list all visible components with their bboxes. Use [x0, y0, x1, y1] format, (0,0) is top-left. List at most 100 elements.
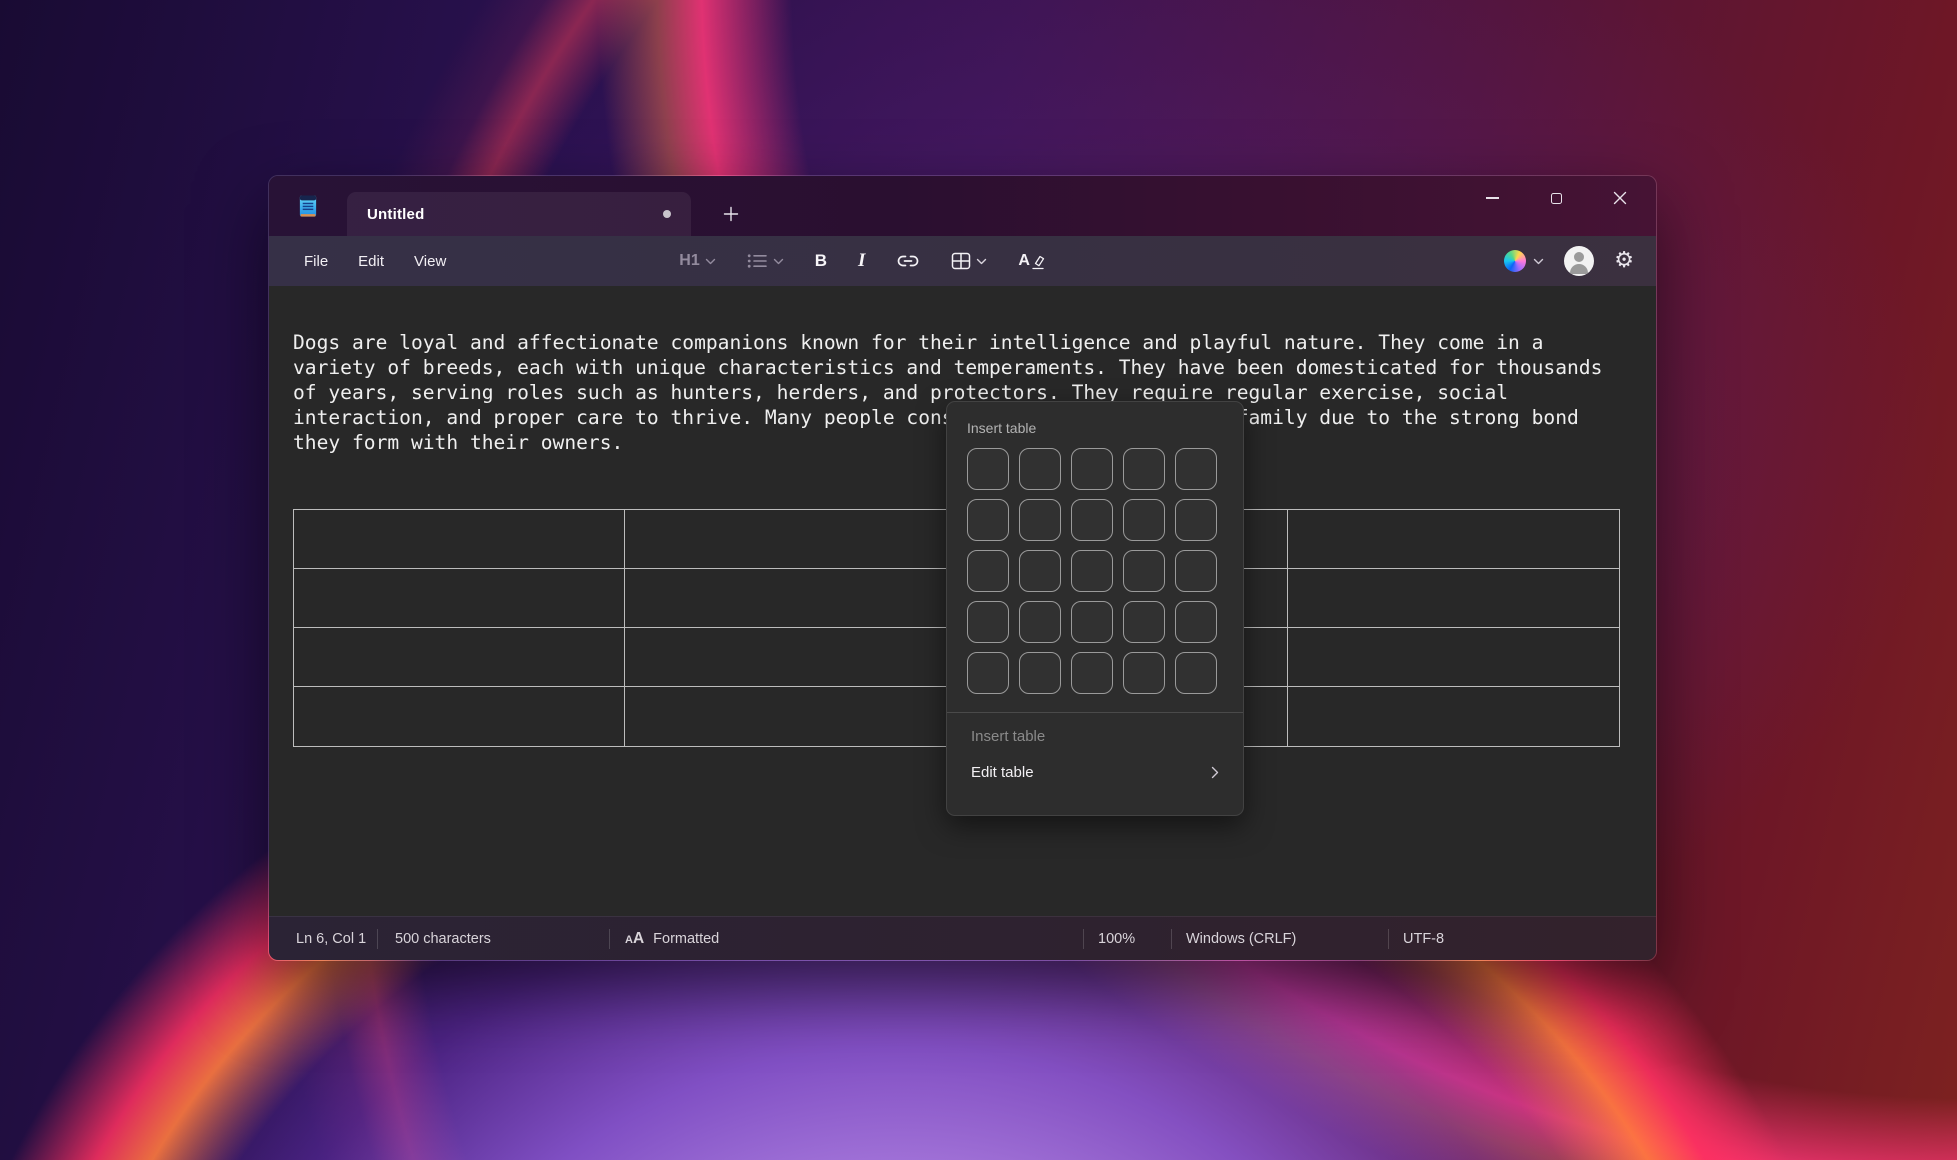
statusbar-divider: [1083, 929, 1084, 949]
picker-cell[interactable]: [1019, 652, 1061, 694]
picker-row: [967, 448, 1223, 490]
bold-label: B: [815, 251, 827, 271]
list-dropdown-button[interactable]: [741, 249, 790, 273]
picker-cell[interactable]: [1123, 448, 1165, 490]
eraser-icon: [1032, 253, 1045, 270]
picker-row: [967, 499, 1223, 541]
table-cell[interactable]: [625, 687, 956, 746]
picker-cell[interactable]: [1175, 652, 1217, 694]
picker-cell[interactable]: [1123, 499, 1165, 541]
heading-label: H1: [679, 252, 699, 270]
picker-cell[interactable]: [1019, 550, 1061, 592]
picker-cell[interactable]: [1123, 550, 1165, 592]
statusbar-divider: [1388, 929, 1389, 949]
new-tab-button[interactable]: [714, 197, 748, 231]
link-icon: [896, 252, 920, 270]
table-cell[interactable]: [294, 569, 625, 628]
settings-gear-icon[interactable]: ⚙: [1614, 250, 1634, 272]
picker-cell[interactable]: [1019, 499, 1061, 541]
bold-button[interactable]: B: [809, 247, 833, 275]
picker-cell[interactable]: [967, 448, 1009, 490]
formatted-status[interactable]: AA Formatted: [625, 917, 719, 961]
table-button[interactable]: [945, 248, 993, 274]
close-icon: [1613, 191, 1627, 205]
picker-row: [967, 601, 1223, 643]
edit-table-label: Edit table: [971, 764, 1034, 781]
table-cell[interactable]: [1288, 510, 1619, 569]
chevron-down-icon: [976, 258, 987, 265]
chevron-down-icon: [705, 258, 716, 265]
copilot-button[interactable]: [1504, 250, 1544, 272]
text-line: Dogs are loyal and affectionate companio…: [293, 330, 1632, 355]
formatted-label: Formatted: [653, 931, 719, 947]
table-cell[interactable]: [625, 569, 956, 628]
italic-label: I: [858, 250, 865, 272]
picker-cell[interactable]: [1071, 550, 1113, 592]
insert-table-header: Insert table: [967, 420, 1223, 436]
picker-cell[interactable]: [1019, 448, 1061, 490]
account-button[interactable]: [1564, 246, 1594, 276]
picker-cell[interactable]: [967, 652, 1009, 694]
bullet-list-icon: [747, 253, 768, 269]
tab-title: Untitled: [367, 206, 424, 223]
zoom-level[interactable]: 100%: [1098, 917, 1135, 961]
unsaved-dot-icon: [663, 210, 671, 218]
notepad-window: Untitled FileEditView H1: [268, 175, 1657, 961]
statusbar-divider: [1171, 929, 1172, 949]
maximize-button[interactable]: [1524, 176, 1588, 220]
tab-untitled[interactable]: Untitled: [347, 192, 691, 236]
line-ending[interactable]: Windows (CRLF): [1186, 917, 1296, 961]
table-cell[interactable]: [625, 510, 956, 569]
italic-button[interactable]: I: [852, 246, 871, 276]
picker-cell[interactable]: [1123, 601, 1165, 643]
statusbar-divider: [609, 929, 610, 949]
table-icon: [951, 252, 971, 270]
picker-cell[interactable]: [1175, 448, 1217, 490]
plus-icon: [723, 206, 739, 222]
titlebar: Untitled: [269, 176, 1656, 236]
picker-cell[interactable]: [1071, 499, 1113, 541]
picker-cell[interactable]: [1071, 652, 1113, 694]
minimize-button[interactable]: [1460, 176, 1524, 220]
menu-bar: FileEditView: [289, 247, 461, 276]
cursor-position: Ln 6, Col 1: [296, 917, 366, 961]
table-cell[interactable]: [625, 628, 956, 687]
chevron-down-icon: [1533, 258, 1544, 265]
table-cell[interactable]: [294, 687, 625, 746]
heading-dropdown-button[interactable]: H1: [673, 248, 721, 274]
picker-cell[interactable]: [1071, 448, 1113, 490]
menu-item-insert-table[interactable]: Insert table: [967, 719, 1223, 754]
close-button[interactable]: [1588, 176, 1652, 220]
picker-row: [967, 652, 1223, 694]
statusbar-divider: [377, 929, 378, 949]
menu-item-file[interactable]: File: [289, 247, 343, 276]
caption-buttons: [1460, 176, 1652, 220]
clear-formatting-button[interactable]: A: [1012, 248, 1051, 274]
table-cell[interactable]: [294, 510, 625, 569]
link-button[interactable]: [890, 248, 926, 274]
picker-cell[interactable]: [967, 601, 1009, 643]
picker-cell[interactable]: [967, 499, 1009, 541]
menu-divider: [947, 712, 1243, 713]
table-cell[interactable]: [294, 628, 625, 687]
picker-row: [967, 550, 1223, 592]
picker-cell[interactable]: [1175, 601, 1217, 643]
encoding[interactable]: UTF-8: [1403, 917, 1444, 961]
picker-cell[interactable]: [967, 550, 1009, 592]
editor-area[interactable]: Dogs are loyal and affectionate companio…: [269, 286, 1656, 916]
table-cell[interactable]: [1288, 687, 1619, 746]
picker-cell[interactable]: [1019, 601, 1061, 643]
insert-table-label: Insert table: [971, 728, 1045, 745]
picker-cell[interactable]: [1175, 499, 1217, 541]
text-line: variety of breeds, each with unique char…: [293, 355, 1632, 380]
menu-item-edit[interactable]: Edit: [343, 247, 399, 276]
table-cell[interactable]: [1288, 569, 1619, 628]
copilot-icon: [1504, 250, 1526, 272]
minimize-icon: [1486, 197, 1499, 199]
menu-item-edit-table[interactable]: Edit table: [967, 754, 1223, 791]
picker-cell[interactable]: [1123, 652, 1165, 694]
picker-cell[interactable]: [1175, 550, 1217, 592]
picker-cell[interactable]: [1071, 601, 1113, 643]
menu-item-view[interactable]: View: [399, 247, 461, 276]
table-cell[interactable]: [1288, 628, 1619, 687]
